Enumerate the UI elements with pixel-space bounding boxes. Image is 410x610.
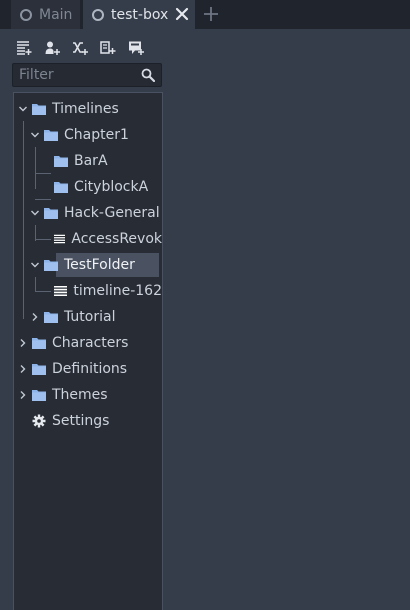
tab-test-box[interactable]: test-box	[83, 0, 195, 29]
folder-icon	[44, 207, 58, 219]
tree-item-bara[interactable]: BarA	[14, 149, 162, 173]
tree-guide-line	[35, 199, 51, 200]
chevron-down-icon[interactable]	[30, 260, 40, 270]
tab-test-box-label: test-box	[111, 6, 169, 23]
tree-item-settings[interactable]: Settings	[14, 409, 162, 433]
folder-icon	[54, 181, 68, 193]
tree-item-label: Definitions	[52, 361, 128, 377]
add-theme-button[interactable]	[99, 39, 117, 57]
tree-guide-line	[35, 173, 51, 174]
folder-icon	[32, 337, 46, 349]
add-character-icon	[45, 41, 60, 55]
toolbar	[15, 39, 145, 57]
tree-item-label: AccessRevok	[71, 231, 162, 247]
tree-item-definitions[interactable]: Definitions	[14, 357, 162, 381]
tree-item-timeline-162[interactable]: timeline-162	[14, 279, 162, 303]
filter-field[interactable]	[12, 63, 162, 87]
folder-icon	[54, 155, 68, 167]
tree-item-cityblocka[interactable]: CityblockA	[14, 175, 162, 199]
tree-item-label: Tutorial	[64, 309, 116, 325]
chevron-down-icon[interactable]	[30, 208, 40, 218]
tree-item-label: Characters	[52, 335, 129, 351]
add-theme-icon	[100, 41, 116, 54]
import-button[interactable]	[127, 39, 145, 57]
tab-bar: Main test-box	[0, 0, 410, 29]
tree-item-hack-general[interactable]: Hack-General	[14, 201, 162, 225]
import-icon	[129, 41, 144, 55]
folder-icon	[44, 259, 58, 271]
chevron-right-icon[interactable]	[18, 338, 28, 348]
add-tab-icon[interactable]	[202, 5, 220, 23]
chevron-right-icon[interactable]	[18, 390, 28, 400]
tree-item-timelines[interactable]: Timelines	[14, 97, 162, 121]
folder-icon	[44, 311, 58, 323]
tab-main-label: Main	[39, 6, 73, 23]
tree-item-characters[interactable]: Characters	[14, 331, 162, 355]
tree-item-label: BarA	[74, 153, 108, 169]
folder-icon	[44, 129, 58, 141]
add-character-button[interactable]	[43, 39, 61, 57]
tree-item-label: Settings	[52, 413, 110, 429]
unsaved-circle-icon	[92, 8, 104, 21]
tree-item-label: Hack-General	[64, 205, 160, 221]
chevron-down-icon[interactable]	[30, 130, 40, 140]
chevron-down-icon[interactable]	[18, 104, 28, 114]
tree-item-label: timeline-162	[73, 283, 162, 299]
add-definition-icon	[73, 42, 88, 55]
tree-item-label: CityblockA	[74, 179, 149, 195]
close-icon[interactable]	[175, 7, 189, 21]
search-icon	[141, 68, 155, 82]
tree-item-label: Timelines	[52, 101, 119, 117]
tree-item-accessrevok[interactable]: AccessRevok	[14, 227, 162, 251]
filter-input[interactable]	[13, 64, 141, 86]
folder-icon	[32, 363, 46, 375]
folder-icon	[32, 389, 46, 401]
tree-item-tutorial[interactable]: Tutorial	[14, 305, 162, 329]
chevron-right-icon[interactable]	[18, 364, 28, 374]
tab-main[interactable]: Main	[11, 0, 80, 29]
unsaved-circle-icon	[20, 8, 32, 21]
tree-item-label: Themes	[52, 387, 108, 403]
add-timeline-icon	[17, 41, 32, 55]
add-definition-button[interactable]	[71, 39, 89, 57]
resource-tree: Timelines Chapter1 BarA CityblockA Hack-…	[13, 92, 163, 610]
tree-item-label: TestFolder	[64, 257, 135, 273]
tree-item-themes[interactable]: Themes	[14, 383, 162, 407]
tree-item-label: Chapter1	[64, 127, 129, 143]
add-timeline-button[interactable]	[15, 39, 33, 57]
folder-icon	[32, 103, 46, 115]
timeline-icon	[54, 285, 67, 297]
gear-icon	[32, 414, 46, 428]
timeline-icon	[54, 233, 65, 245]
tree-item-testfolder[interactable]: TestFolder	[14, 253, 162, 277]
tree-item-chapter1[interactable]: Chapter1	[14, 123, 162, 147]
chevron-right-icon[interactable]	[30, 312, 40, 322]
